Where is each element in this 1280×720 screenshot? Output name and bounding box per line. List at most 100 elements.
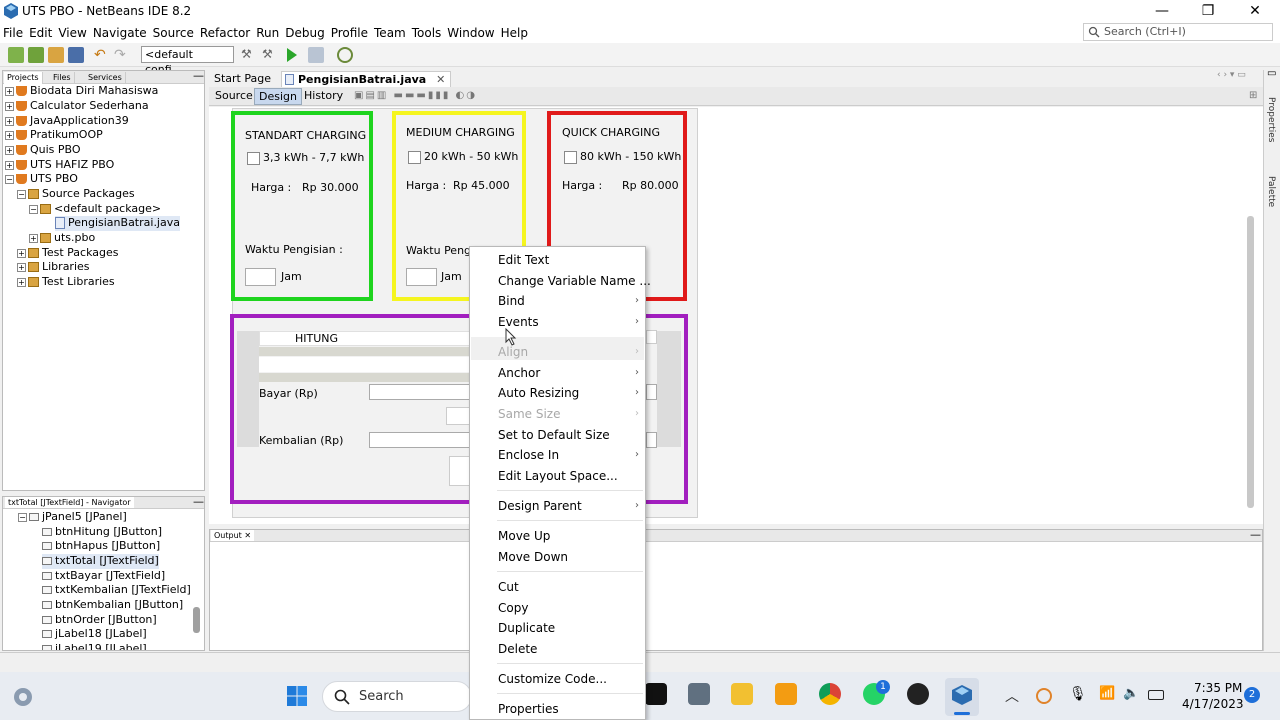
menu-move-down[interactable]: Move Down	[498, 550, 568, 564]
clock-time[interactable]: 7:35 PM	[1194, 681, 1242, 695]
menu-debug[interactable]: Debug	[282, 23, 327, 43]
tree-item[interactable]: + uts.pbo	[29, 231, 95, 246]
taskbar-search[interactable]: Search	[322, 681, 472, 712]
checkbox-icon[interactable]	[247, 151, 260, 165]
navigator-item[interactable]: jLabel19 [JLabel]	[42, 642, 147, 650]
volume-icon[interactable]: 🔈	[1123, 686, 1139, 701]
menu-view[interactable]: View	[55, 23, 89, 43]
menu-delete[interactable]: Delete	[498, 642, 537, 656]
expand-toggle[interactable]: +	[5, 160, 14, 170]
sync-icon[interactable]	[1036, 688, 1052, 704]
collapse-toggle[interactable]: −	[18, 512, 27, 522]
menu-design-parent[interactable]: Design Parent	[498, 499, 582, 513]
tab-nav-icons[interactable]: ‹ › ▾ ▭	[1217, 70, 1246, 80]
menu-move-up[interactable]: Move Up	[498, 529, 550, 543]
tree-item[interactable]: + Biodata Diri Mahasiswa	[5, 84, 158, 99]
tree-item[interactable]: − <default package>	[29, 202, 161, 217]
collapse-toggle[interactable]: −	[29, 204, 38, 214]
maximize-editor-icon[interactable]: ⊞	[1249, 90, 1257, 101]
tab-files[interactable]: Files	[50, 72, 75, 84]
new-file-icon[interactable]	[8, 47, 24, 63]
terminal-icon[interactable]	[645, 683, 667, 705]
standart-checkbox[interactable]: 3,3 kWh - 7,7 kWh	[247, 151, 364, 165]
kembalian-input[interactable]	[369, 432, 471, 448]
obs-icon[interactable]	[907, 683, 929, 705]
right-field[interactable]	[646, 432, 657, 448]
menu-file[interactable]: File	[0, 23, 26, 43]
tree-item[interactable]: + JavaApplication39	[5, 114, 129, 129]
collapse-toggle[interactable]: −	[5, 174, 14, 184]
tab-services[interactable]: Services	[85, 72, 126, 84]
menu-edit-text[interactable]: Edit Text	[498, 253, 549, 267]
navigator-item[interactable]: jLabel18 [JLabel]	[42, 627, 147, 642]
menu-anchor[interactable]: Anchor	[498, 366, 540, 380]
build-icon[interactable]: ⚒	[241, 47, 257, 63]
tree-item[interactable]: + Quis PBO	[5, 143, 81, 158]
expand-toggle[interactable]: +	[17, 248, 26, 258]
tab-pengisianbatrai[interactable]: PengisianBatrai.java ✕	[281, 71, 452, 87]
order-button[interactable]	[449, 456, 471, 486]
expand-toggle[interactable]: +	[17, 262, 26, 272]
maximize-window-icon[interactable]: ▭	[1267, 68, 1276, 79]
navigator-item[interactable]: btnOrder [JButton]	[42, 613, 157, 628]
expand-toggle[interactable]: +	[17, 277, 26, 287]
tree-item[interactable]: + Test Packages	[17, 246, 118, 261]
canvas-scrollbar[interactable]	[1247, 216, 1254, 508]
menu-set-default-size[interactable]: Set to Default Size	[498, 428, 610, 442]
menu-cut[interactable]: Cut	[498, 580, 519, 594]
minimize-panel-icon[interactable]: —	[193, 495, 204, 508]
menu-team[interactable]: Team	[371, 23, 409, 43]
close-tab-icon[interactable]: ✕	[436, 73, 445, 86]
small-button[interactable]	[446, 407, 471, 425]
tree-item[interactable]: − UTS PBO	[5, 172, 78, 187]
save-all-icon[interactable]	[68, 47, 84, 63]
clean-build-icon[interactable]: ⚒	[262, 47, 278, 63]
menu-window[interactable]: Window	[444, 23, 497, 43]
menu-edit-layout-space[interactable]: Edit Layout Space...	[498, 469, 618, 483]
navigator-item[interactable]: btnKembalian [JButton]	[42, 598, 183, 613]
clock-date[interactable]: 4/17/2023	[1182, 697, 1244, 711]
navigator-item[interactable]: btnHapus [JButton]	[42, 539, 160, 554]
tree-item[interactable]: + Test Libraries	[17, 275, 115, 290]
tab-projects[interactable]: Projects	[4, 72, 43, 84]
output-tab[interactable]: Output ✕	[211, 530, 255, 541]
bayar-input[interactable]	[369, 384, 471, 400]
undo-icon[interactable]: ↶	[94, 47, 110, 63]
expand-toggle[interactable]: +	[29, 233, 38, 243]
menu-refactor[interactable]: Refactor	[197, 23, 253, 43]
checkbox-icon[interactable]	[408, 150, 421, 164]
total-textfield[interactable]	[259, 357, 471, 372]
minimize-button[interactable]: —	[1139, 0, 1185, 23]
chrome-icon[interactable]	[819, 683, 841, 705]
right-field[interactable]	[646, 330, 657, 344]
mode-history[interactable]: History	[300, 88, 347, 105]
expand-toggle[interactable]: +	[5, 101, 14, 111]
right-field[interactable]	[646, 384, 657, 400]
chevron-up-icon[interactable]: ︿	[1005, 686, 1019, 706]
designer-tool-icons[interactable]: ▣▤▥ ▬▬▬▮▮▮ ◐◑	[354, 90, 477, 101]
menu-navigate[interactable]: Navigate	[90, 23, 150, 43]
navigator-item-selected[interactable]: txtTotal [JTextField]	[42, 554, 159, 569]
config-select[interactable]: <default confi...	[141, 46, 234, 76]
maximize-button[interactable]: ❐	[1185, 0, 1231, 23]
quick-checkbox[interactable]: 80 kWh - 150 kWh	[564, 150, 681, 164]
debug-icon[interactable]	[308, 47, 324, 63]
redo-icon[interactable]: ↷	[114, 47, 130, 63]
menu-profile[interactable]: Profile	[328, 23, 371, 43]
expand-toggle[interactable]: +	[5, 116, 14, 126]
properties-tab[interactable]: Properties	[1266, 97, 1276, 142]
collapse-toggle[interactable]: −	[17, 189, 26, 199]
menu-run[interactable]: Run	[253, 23, 282, 43]
menu-change-variable-name[interactable]: Change Variable Name ...	[498, 274, 651, 288]
mode-source[interactable]: Source	[211, 88, 257, 105]
new-project-icon[interactable]	[28, 47, 44, 63]
expand-toggle[interactable]: +	[5, 145, 14, 155]
menu-copy[interactable]: Copy	[498, 601, 528, 615]
windows-start-icon[interactable]	[286, 685, 308, 707]
menu-help[interactable]: Help	[498, 23, 531, 43]
navigator-item[interactable]: txtBayar [JTextField]	[42, 569, 165, 584]
menu-duplicate[interactable]: Duplicate	[498, 621, 555, 635]
expand-toggle[interactable]: +	[5, 130, 14, 140]
navigator-item[interactable]: btnHitung [JButton]	[42, 525, 162, 540]
tree-item-selected[interactable]: PengisianBatrai.java	[55, 216, 180, 231]
